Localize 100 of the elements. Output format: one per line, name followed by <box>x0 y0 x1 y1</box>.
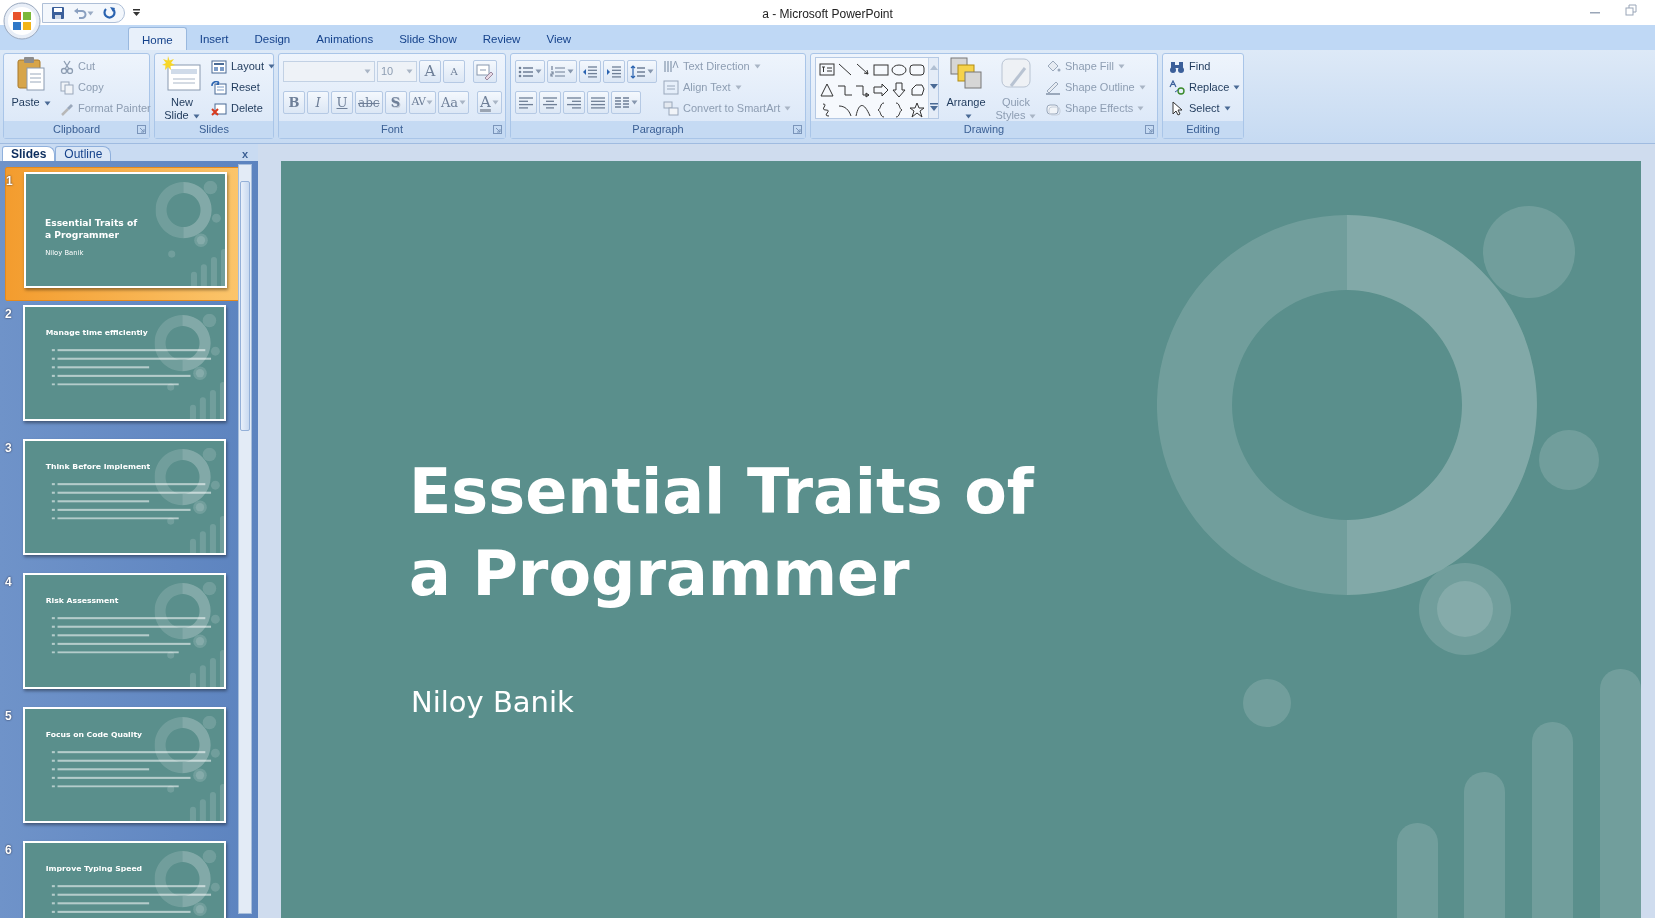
ribbon-tab[interactable]: Slide Show <box>386 27 470 50</box>
text-direction-icon <box>663 59 679 74</box>
ribbon-button[interactable]: Reset <box>209 77 278 98</box>
undo-button[interactable] <box>73 6 94 20</box>
oval-icon[interactable] <box>891 62 907 78</box>
decrease-indent-button[interactable] <box>579 60 601 83</box>
line-spacing-button[interactable] <box>627 60 657 83</box>
font-size-field[interactable]: 10 <box>377 61 417 82</box>
triangle-icon[interactable] <box>819 82 835 98</box>
more-shapes-icon[interactable] <box>929 103 938 112</box>
ribbon-tab[interactable]: Review <box>469 27 534 50</box>
underline-button[interactable]: U <box>331 91 353 114</box>
shrink-font-button[interactable]: A <box>443 60 465 83</box>
ribbon-tab[interactable]: Design <box>241 27 304 50</box>
caret-icon <box>425 100 433 105</box>
scrollbar-thumb[interactable] <box>240 181 250 431</box>
caret-icon <box>1137 106 1145 111</box>
slide-number: 1 <box>6 173 14 190</box>
bold-button[interactable]: B <box>283 91 305 114</box>
align-left-button[interactable] <box>515 91 537 114</box>
change-case-button[interactable]: Aa <box>437 91 470 114</box>
caret-icon <box>1138 85 1146 90</box>
caret-icon <box>491 100 499 105</box>
clear-formatting-button[interactable] <box>473 60 497 83</box>
elbow-arrow-icon[interactable] <box>855 82 871 98</box>
caret-icon <box>43 100 51 106</box>
group-label: Editing <box>1186 123 1220 135</box>
align-left-icon <box>518 95 534 110</box>
caret-icon <box>567 69 574 74</box>
pane-tab[interactable]: Slides <box>2 146 56 161</box>
ribbon-button[interactable]: Find <box>1167 56 1243 77</box>
ribbon-tab[interactable]: Home <box>128 27 187 50</box>
columns-icon <box>614 95 630 110</box>
character-spacing-button[interactable]: AV <box>408 91 436 114</box>
bullets-button[interactable] <box>515 60 545 83</box>
bullets-icon <box>518 64 534 79</box>
slide-canvas[interactable]: Essential Traits of a Programmer Niloy Banik <box>281 161 1641 918</box>
down-arrow-icon[interactable] <box>891 82 907 98</box>
ribbon-button[interactable]: Arrange <box>943 56 989 120</box>
right-arrow-icon[interactable] <box>873 82 889 98</box>
align-center-button[interactable] <box>539 91 561 114</box>
redo-icon[interactable] <box>102 6 116 20</box>
scroll-down-icon[interactable] <box>929 84 938 90</box>
slide-number: 4 <box>5 574 13 591</box>
justify-button[interactable] <box>587 91 609 114</box>
freeform-shape-icon[interactable] <box>909 82 925 98</box>
strikethrough-button[interactable]: abc <box>355 91 383 114</box>
ribbon-button[interactable]: Replace <box>1167 77 1243 98</box>
align-right-button[interactable] <box>563 91 585 114</box>
caret-icon <box>734 85 742 90</box>
font-name-field[interactable] <box>283 61 375 82</box>
slide-number: 3 <box>5 440 13 457</box>
ribbon-tab[interactable]: Animations <box>303 27 387 50</box>
undo-icon <box>73 6 87 20</box>
slide-number: 6 <box>5 842 13 859</box>
caret-icon <box>406 69 413 74</box>
increase-indent-button[interactable] <box>603 60 625 83</box>
ribbon-tab[interactable]: View <box>533 27 585 50</box>
italic-button[interactable]: I <box>307 91 329 114</box>
grow-font-button[interactable]: A <box>419 60 441 83</box>
arrow-icon[interactable] <box>855 62 871 78</box>
arc-icon[interactable] <box>837 102 853 118</box>
group-label: Slides <box>199 123 229 135</box>
delete-slide-icon <box>211 101 227 116</box>
ribbon-button[interactable]: Select <box>1167 98 1243 119</box>
shape-gallery[interactable] <box>815 57 939 119</box>
text-shadow-button[interactable]: S <box>384 91 407 114</box>
save-icon[interactable] <box>51 6 65 20</box>
slide-title: Essential Traits of a Programmer <box>409 454 1034 612</box>
rounded-rectangle-icon[interactable] <box>909 62 925 78</box>
copy-icon <box>60 80 74 95</box>
text-box-icon[interactable] <box>819 62 835 78</box>
ribbon-button[interactable]: New Slide <box>159 56 205 120</box>
font-color-button[interactable]: A <box>477 91 502 114</box>
ribbon-button[interactable]: Layout <box>209 56 278 77</box>
caret-icon <box>631 100 638 105</box>
align-center-icon <box>542 95 558 110</box>
close-pane-button[interactable]: x <box>241 147 248 161</box>
ribbon-button[interactable]: Delete <box>209 98 278 119</box>
caret-icon <box>192 113 200 119</box>
align-text-icon <box>663 80 679 95</box>
columns-button[interactable] <box>611 91 641 114</box>
line-icon[interactable] <box>837 62 853 78</box>
window-title: a - Microsoft PowerPoint <box>762 6 893 23</box>
star-icon[interactable] <box>909 102 925 118</box>
caret-icon <box>964 113 972 119</box>
layout-icon <box>211 59 227 74</box>
align-right-icon <box>566 95 582 110</box>
group-label: Font <box>381 123 403 135</box>
pane-tab[interactable]: Outline <box>55 146 112 161</box>
ribbon-tab[interactable]: Insert <box>186 27 242 50</box>
caret-icon <box>364 69 371 74</box>
clipboard-icon <box>16 56 46 92</box>
caret-icon <box>1117 64 1125 69</box>
ribbon-button[interactable]: Paste <box>8 56 54 120</box>
caret-icon <box>535 69 542 74</box>
caret-icon <box>753 64 761 69</box>
curve-icon[interactable] <box>855 102 871 118</box>
caret-icon <box>87 10 94 16</box>
customize-icon[interactable] <box>132 8 141 17</box>
